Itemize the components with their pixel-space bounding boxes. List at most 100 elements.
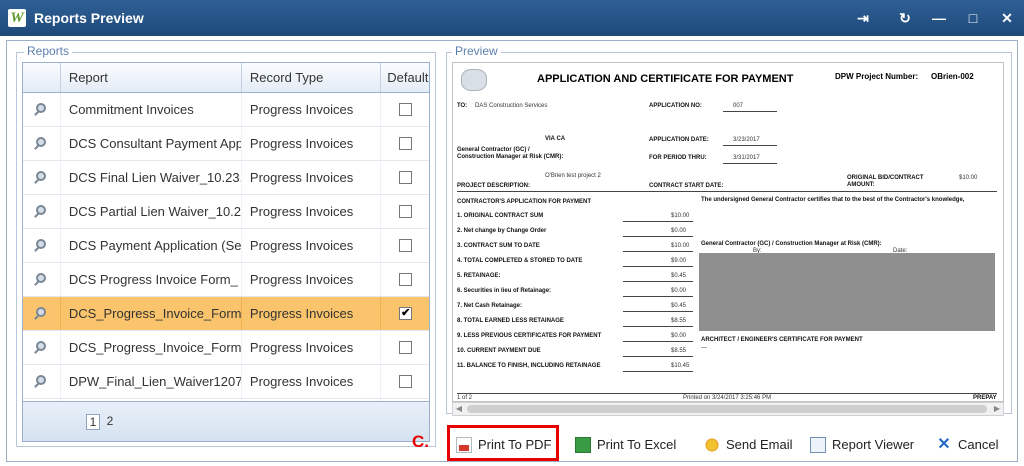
scroll-left-icon[interactable]: ◀ — [453, 403, 465, 415]
grid-header: Report Record Type Default — [23, 63, 429, 93]
doc-app-date-value: 3/23/2017 — [733, 137, 760, 143]
table-row[interactable]: DPW_Final_Lien_Waiver1207 Progress Invoic… — [23, 365, 429, 399]
pin-icon[interactable]: ⇥ — [852, 7, 874, 29]
default-checkbox[interactable] — [399, 375, 413, 389]
doc-line-value: $8.55 — [671, 348, 687, 354]
default-checkbox[interactable] — [399, 273, 413, 287]
cancel-label: Cancel — [958, 437, 999, 452]
record-type-cell: Progress Invoices — [242, 297, 382, 330]
minimize-icon[interactable]: — — [928, 7, 950, 29]
doc-app-no-value: 007 — [733, 103, 744, 109]
default-cell — [381, 365, 429, 398]
record-type-cell: Progress Invoices — [242, 127, 382, 160]
report-viewer-button[interactable]: Report Viewer — [810, 432, 914, 458]
page-2-button[interactable]: 2 — [103, 414, 117, 430]
record-type-cell: Progress Invoices — [242, 331, 382, 364]
doc-period-value: 3/31/2017 — [733, 155, 760, 161]
report-name-cell: DCS Partial Lien Waiver_10.23 — [61, 195, 242, 228]
default-cell — [381, 229, 429, 262]
print-to-excel-button[interactable]: Print To Excel — [575, 432, 676, 458]
doc-line-label: 4. TOTAL COMPLETED & STORED TO DATE — [457, 258, 583, 264]
preview-magnifier-icon[interactable] — [23, 195, 61, 228]
preview-legend: Preview — [452, 44, 501, 58]
doc-project-desc-value: O'Brien test project 2 — [545, 173, 601, 179]
grid-rows: Commitment Invoices Progress Invoices DCS … — [23, 93, 429, 433]
scroll-thumb[interactable] — [467, 405, 987, 413]
preview-magnifier-icon[interactable] — [23, 365, 61, 398]
doc-line-value: $0.00 — [671, 288, 687, 294]
preview-magnifier-icon[interactable] — [23, 297, 61, 330]
doc-printed-on: Printed on 3/24/2017 3:25:46 PM — [683, 395, 772, 401]
doc-orig-value: $10.00 — [959, 175, 978, 181]
doc-period-label: FOR PERIOD THRU: — [649, 155, 707, 161]
doc-line-value: $0.00 — [671, 228, 687, 234]
doc-app-no-label: APPLICATION NO: — [649, 103, 702, 109]
doc-architect-title: ARCHITECT / ENGINEER'S CERTIFICATE FOR P… — [701, 337, 863, 343]
grid-pager: 1 2 — [23, 401, 429, 441]
table-row[interactable]: DCS Progress Invoice Form_ Progress Invoi… — [23, 263, 429, 297]
doc-line-label: 7. Net Cash Retainage: — [457, 303, 523, 309]
doc-via-label: VIA CA — [545, 136, 566, 142]
doc-to-label: TO: — [457, 103, 468, 109]
print-to-excel-label: Print To Excel — [597, 437, 677, 452]
default-checkbox[interactable] — [399, 137, 413, 151]
report-name-cell: DCS Consultant Payment App — [61, 127, 242, 160]
report-name-cell: DCS Final Lien Waiver_10.23. — [61, 161, 242, 194]
doc-to-value: DAS Construction Services — [475, 103, 548, 109]
default-checkbox[interactable] — [399, 205, 413, 219]
send-email-button[interactable]: Send Email — [704, 432, 792, 458]
doc-footer-right: PREPAY — [973, 395, 997, 401]
doc-line-value: $10.00 — [671, 213, 690, 219]
table-row[interactable]: DCS_Progress_Invoice_Form Progress Invoic… — [23, 331, 429, 365]
preview-magnifier-icon[interactable] — [23, 331, 61, 364]
doc-line-value: $9.00 — [671, 258, 687, 264]
doc-project-desc-label: PROJECT DESCRIPTION: — [457, 183, 531, 189]
doc-line-value: $0.00 — [671, 333, 687, 339]
preview-hscrollbar[interactable]: ◀ ▶ — [452, 402, 1004, 416]
record-type-cell: Progress Invoices — [242, 93, 382, 126]
doc-line-label: 6. Securities in lieu of Retainage: — [457, 288, 552, 294]
cancel-button[interactable]: ✕ Cancel — [936, 432, 998, 458]
scroll-right-icon[interactable]: ▶ — [991, 403, 1003, 415]
table-row[interactable]: DCS Payment Application (Sec Progress Inv… — [23, 229, 429, 263]
cancel-icon: ✕ — [937, 435, 951, 453]
close-icon[interactable]: ✕ — [996, 7, 1018, 29]
doc-line-label: 11. BALANCE TO FINISH, INCLUDING RETAINA… — [457, 363, 601, 369]
preview-magnifier-icon[interactable] — [23, 93, 61, 126]
notary-block — [699, 253, 995, 331]
refresh-icon[interactable]: ↻ — [894, 7, 916, 29]
default-checkbox[interactable] — [399, 103, 413, 117]
doc-app-date-label: APPLICATION DATE: — [649, 137, 709, 143]
excel-icon — [575, 436, 591, 453]
doc-project-value: OBrien-002 — [931, 72, 974, 81]
doc-start-label: CONTRACT START DATE: — [649, 183, 724, 189]
default-checkbox[interactable] — [399, 171, 413, 185]
default-checkbox[interactable] — [399, 341, 413, 355]
header-report[interactable]: Report — [61, 63, 242, 92]
report-viewer-icon — [810, 436, 826, 453]
table-row[interactable]: DCS Final Lien Waiver_10.23. Progress Inv… — [23, 161, 429, 195]
report-name-cell: DCS Progress Invoice Form_ — [61, 263, 242, 296]
default-checkbox[interactable] — [399, 239, 413, 253]
record-type-cell: Progress Invoices — [242, 161, 382, 194]
doc-line-value: $8.55 — [671, 318, 687, 324]
header-record-type[interactable]: Record Type — [242, 63, 382, 92]
preview-magnifier-icon[interactable] — [23, 229, 61, 262]
header-default[interactable]: Default — [381, 63, 429, 92]
page-1-button[interactable]: 1 — [86, 414, 100, 430]
table-row[interactable]: DCS_Progress_Invoice_Form Progress Invoic… — [23, 297, 429, 331]
report-preview-document[interactable]: APPLICATION AND CERTIFICATE FOR PAYMENT … — [452, 62, 1004, 402]
print-to-pdf-button[interactable]: Print To PDF — [456, 432, 551, 458]
default-cell — [381, 331, 429, 364]
default-cell: ✔ — [381, 297, 429, 330]
table-row[interactable]: Commitment Invoices Progress Invoices — [23, 93, 429, 127]
default-checkbox[interactable]: ✔ — [399, 307, 413, 321]
preview-magnifier-icon[interactable] — [23, 263, 61, 296]
preview-magnifier-icon[interactable] — [23, 127, 61, 160]
table-row[interactable]: DCS Consultant Payment App Progress Invoi… — [23, 127, 429, 161]
maximize-icon[interactable]: □ — [962, 7, 984, 29]
table-row[interactable]: DCS Partial Lien Waiver_10.23 Progress In… — [23, 195, 429, 229]
preview-magnifier-icon[interactable] — [23, 161, 61, 194]
doc-gc-sig-label: General Contractor (GC) / Construction M… — [701, 241, 882, 247]
doc-orig-label: ORIGINAL BID/CONTRACT AMOUNT: — [847, 175, 924, 188]
